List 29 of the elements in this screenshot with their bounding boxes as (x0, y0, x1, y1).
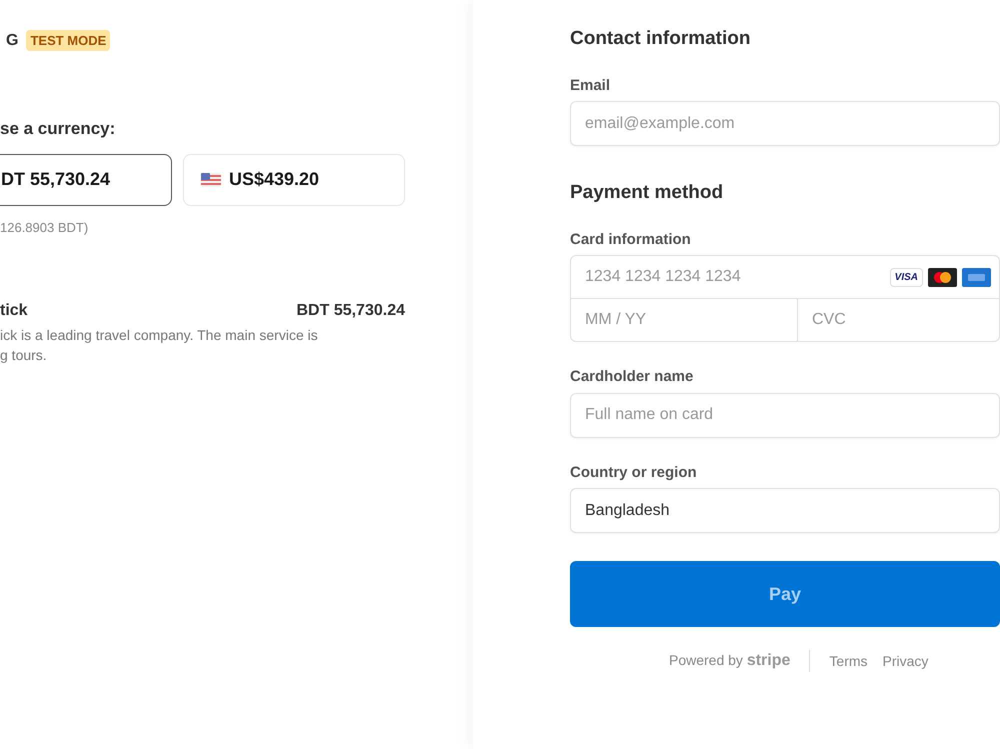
footer-link[interactable]: Terms (829, 650, 868, 672)
brand-name: G (5, 30, 18, 50)
cvc-input[interactable]: CVC (798, 299, 999, 341)
field-label: Email (570, 76, 612, 96)
card-number-input[interactable]: 1234 1234 1234 1234 (571, 256, 890, 298)
item-price: BDT 55,730.24 (296, 301, 405, 321)
item-description: ick is a leading travel company. The main service is (0, 326, 319, 345)
section-heading: Payment method (570, 181, 724, 205)
field-label: Card information (570, 230, 692, 250)
card-logo-icon (928, 268, 957, 286)
item-name: tick (0, 301, 28, 321)
footer-link[interactable]: Privacy (882, 650, 928, 672)
field-label: Cardholder name (570, 367, 694, 387)
name-field[interactable]: Full name on card (570, 392, 1000, 438)
exchange-rate: 126.8903 BDT) (0, 218, 90, 237)
card-logo-icon (962, 268, 991, 286)
email-field[interactable]: email@example.com (570, 101, 1000, 146)
test-mode-badge: TEST MODE (26, 30, 110, 52)
item-description: g tours. (0, 346, 48, 365)
powered-by-text: Powered by stripe (669, 651, 790, 671)
expiry-input[interactable]: MM / YY (571, 299, 797, 341)
card-brand-logo: VISA (890, 268, 923, 286)
field-label: Country or region (570, 462, 698, 482)
card-number-field[interactable]: 1234 1234 1234 1234 VISA (570, 255, 1000, 299)
currency-option[interactable]: DT 55,730.24 (0, 154, 172, 206)
currency-option[interactable]: US$439.20 (183, 154, 405, 206)
section-heading: Contact information (570, 27, 752, 51)
currency-heading: se a currency: (0, 118, 116, 140)
country-select[interactable]: Bangladesh (570, 488, 1000, 533)
